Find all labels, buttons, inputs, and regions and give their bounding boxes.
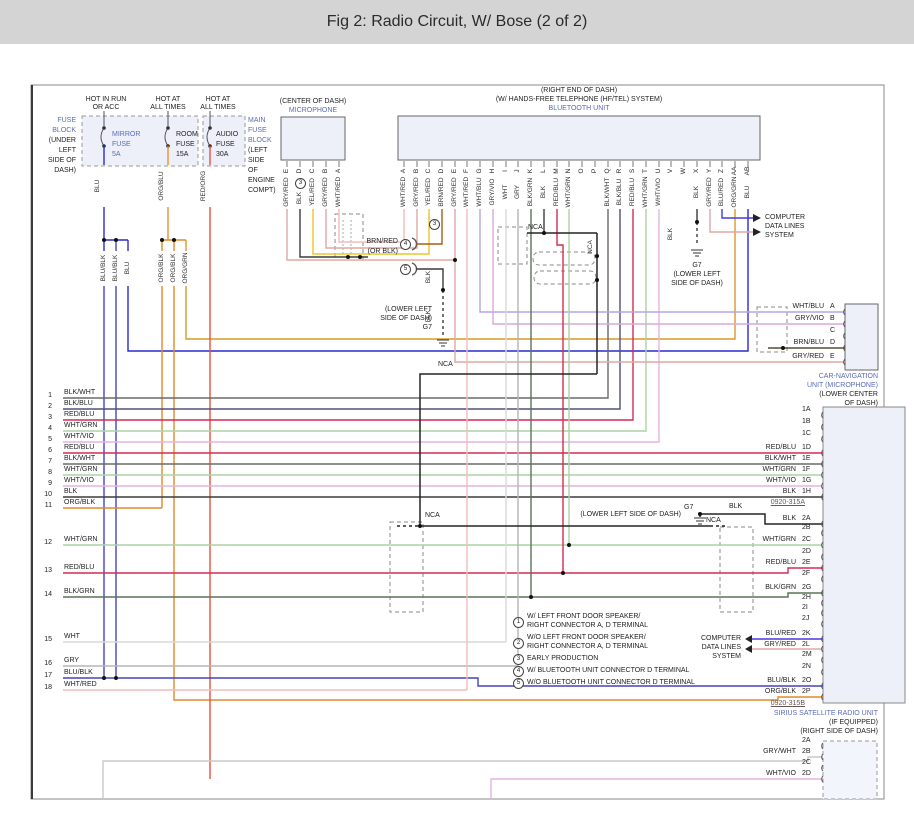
sirius-name: SIRIUS SATELLITE RADIO UNIT	[728, 710, 878, 719]
nca-label: NCA	[587, 237, 595, 257]
note-ref-5: 5	[400, 264, 411, 275]
mirror-fuse-label: MIRROR	[112, 131, 140, 140]
note-circle: 3	[513, 654, 524, 665]
radio-connector-b: 0920-315B	[735, 700, 805, 709]
sirius-pin-row: 2A	[708, 737, 818, 746]
note-circle: 1	[513, 617, 524, 628]
audio-fuse-label: AUDIO	[216, 131, 238, 140]
note-circle: 2	[513, 638, 524, 649]
nav-pin-row: BRN/BLUD	[743, 339, 839, 348]
radio-unit-box	[823, 407, 905, 703]
nca-label: NCA	[438, 361, 453, 370]
bt-location2: (W/ HANDS-FREE TELEPHONE (HF/TEL) SYSTEM…	[449, 96, 709, 105]
nav-unit-box	[845, 304, 878, 370]
radio-pin-row: 1A	[708, 406, 818, 415]
option-wire-label: BRN/RED	[358, 238, 398, 247]
wire-label: BLU	[94, 166, 102, 206]
wire-label: BLK	[667, 224, 675, 244]
note-ref-4: 4	[400, 239, 411, 250]
feed-3-line2: ALL TIMES	[188, 104, 248, 113]
g7-ground-label: G7	[684, 504, 693, 513]
radio-connector-a: 0920-315A	[735, 499, 805, 508]
row-wire: BLK/WHT	[64, 389, 95, 398]
nca-label: NCA	[425, 512, 440, 521]
fuse-block-caption: FUSE	[36, 117, 76, 126]
mic-location: (CENTER OF DASH)	[253, 98, 373, 107]
bluetooth-unit-box	[398, 116, 760, 160]
wire-label: ORG/BLU	[158, 166, 166, 206]
wire-label: ORG/GRN	[182, 248, 190, 288]
wire-label: BLU/BLK	[112, 248, 120, 288]
wire-label: BLU/BLK	[100, 248, 108, 288]
wire-label: BLK	[425, 267, 433, 287]
wire-label: WHT/RED	[335, 162, 343, 222]
nav-pin-row: GRY/REDE	[743, 353, 839, 362]
wiring-diagram-page: Fig 2: Radio Circuit, W/ Bose (2 of 2)	[0, 0, 914, 817]
wire-label: WHT/RED	[400, 162, 408, 222]
room-fuse-label: ROOM	[176, 131, 198, 140]
g7-ground-label: G7	[657, 262, 737, 271]
note-ref-3: 3	[429, 219, 440, 230]
microphone-box	[281, 117, 345, 160]
computer-data-lines: COMPUTER	[689, 635, 741, 644]
computer-data-lines: COMPUTER	[765, 214, 805, 223]
note-circle: 4	[513, 666, 524, 677]
note-ref-3: 3	[295, 178, 306, 189]
note-text: W/ LEFT FRONT DOOR SPEAKER/	[527, 613, 640, 622]
row-number: 1	[36, 392, 52, 401]
wire-label: GRY/RED	[322, 162, 330, 222]
bt-location: (RIGHT END OF DASH)	[449, 87, 709, 96]
note-circle: 5	[513, 678, 524, 689]
bt-name: BLUETOOTH UNIT	[449, 105, 709, 114]
nav-pin-row: C	[743, 327, 839, 336]
nav-unit-name: CAR-NAVIGATION	[758, 373, 878, 382]
main-fuse-block-caption: MAIN	[248, 117, 266, 126]
wire-label: BLU	[124, 248, 132, 288]
feed-1-line2: OR ACC	[76, 104, 136, 113]
mic-name: MICROPHONE	[253, 107, 373, 116]
nav-pin-row: GRY/VIOB	[743, 315, 839, 324]
wire-label: YEL/RED	[309, 162, 317, 222]
wire-label: ORG/BLK	[170, 248, 178, 288]
wire-label: GRY/RED	[283, 162, 291, 222]
nav-pin-row: WHT/BLUA	[743, 303, 839, 312]
wire-label: ORG/BLK	[158, 248, 166, 288]
g7-location: (LOWER LEFT SIDE OF DASH)	[571, 511, 681, 520]
wire-label: BLK	[296, 168, 304, 228]
g7-location: (LOWER LEFT	[362, 306, 432, 315]
g7-ground-label: G7	[362, 324, 432, 333]
nca-label: NCA	[528, 224, 543, 233]
sirius-unit-box	[823, 741, 877, 799]
wire-label: RED/ORG	[200, 166, 208, 206]
